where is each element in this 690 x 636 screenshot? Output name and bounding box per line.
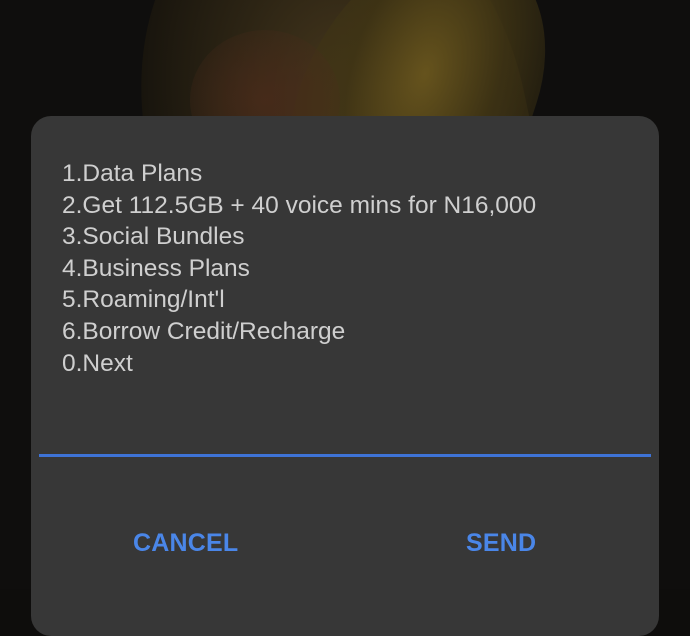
menu-line-borrow-credit: 6.Borrow Credit/Recharge [62,317,346,345]
menu-line-next: 0.Next [62,349,133,377]
menu-line-business-plans: 4.Business Plans [62,254,250,282]
ussd-menu-message: 1.Data Plans 2.Get 112.5GB + 40 voice mi… [62,158,642,379]
send-button[interactable]: SEND [466,529,536,558]
menu-line-data-plans: 1.Data Plans [62,160,203,187]
ussd-reply-input[interactable] [39,406,651,457]
ussd-dialog: 1.Data Plans 2.Get 112.5GB + 40 voice mi… [31,116,659,636]
menu-line-roaming: 5.Roaming/Int'l [62,286,225,314]
cancel-button[interactable]: CANCEL [133,529,238,558]
menu-line-social-bundles: 3.Social Bundles [62,223,245,251]
menu-line-bundle-offer: 2.Get 112.5GB + 40 voice mins for N16,00… [62,191,537,219]
